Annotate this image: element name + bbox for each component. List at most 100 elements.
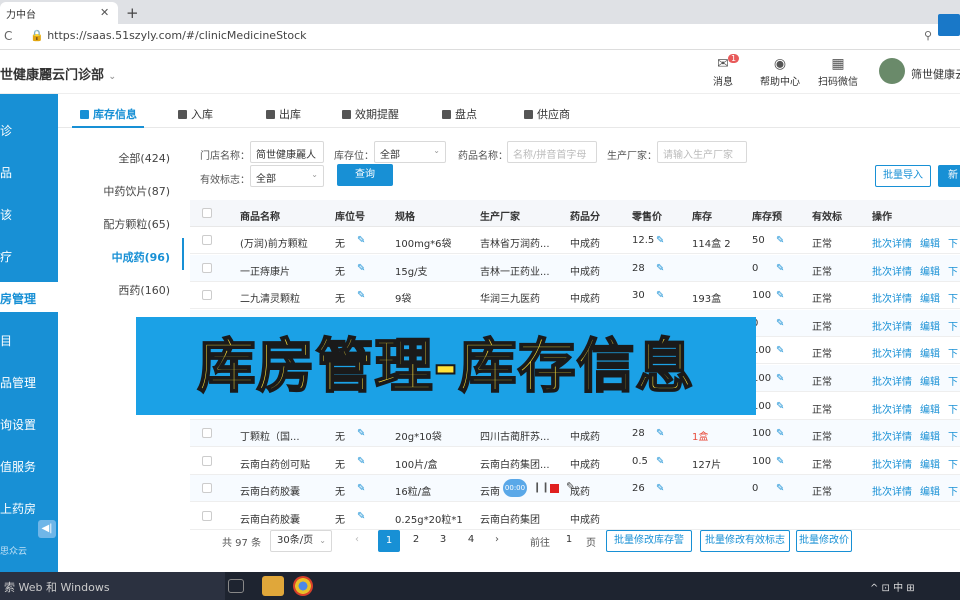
edit-pencil-icon[interactable]: ✎ [656,428,664,439]
edit-link[interactable]: 编辑 [920,263,940,278]
sidebar-item-diagnosis[interactable]: 诊 [0,122,58,139]
more-link[interactable]: 下 [948,483,958,498]
page-4[interactable]: 4 [460,530,482,552]
next-page-icon[interactable]: › [495,534,499,545]
collapse-sidebar-icon[interactable]: ◀| [38,520,56,538]
tab-outbound[interactable]: 出库 [266,106,301,122]
category-herbal-pieces[interactable]: 中药饮片(87) [100,183,170,199]
avatar[interactable] [879,58,905,84]
more-link[interactable]: 下 [948,373,958,388]
task-view-icon[interactable] [228,579,244,593]
pause-icon[interactable]: ❙❙ [533,482,550,493]
more-link[interactable]: 下 [948,401,958,416]
edit-pencil-icon[interactable]: ✎ [776,373,784,384]
edit-pencil-icon[interactable]: ✎ [357,483,365,494]
row-checkbox[interactable] [202,428,212,439]
more-link[interactable]: 下 [948,318,958,333]
sidebar-item-product-management[interactable]: 品管理 [0,374,58,391]
edit-pencil-icon[interactable]: ✎ [357,428,365,439]
tab-inventory-count[interactable]: 盘点 [442,106,477,122]
page-3[interactable]: 3 [432,530,454,552]
batch-detail-link[interactable]: 批次详情 [872,290,912,305]
sidebar-item-3[interactable]: 该 [0,206,58,223]
edit-pencil-icon[interactable]: ✎ [656,483,664,494]
sidebar-item-online-pharmacy[interactable]: 上药房 [0,500,58,517]
edit-link[interactable]: 编辑 [920,373,940,388]
edit-pencil-icon[interactable]: ✎ [776,428,784,439]
url-field[interactable]: 🔒 https://saas.51szyly.com/#/clinicMedic… [30,29,307,42]
tab-expiry-reminder[interactable]: 效期提醒 [342,106,399,122]
close-tab-icon[interactable]: ✕ [100,6,109,19]
batch-edit-price-button[interactable]: 批量修改价 [796,530,852,552]
sidebar-item-products[interactable]: 品 [0,164,58,181]
more-link[interactable]: 下 [948,235,958,250]
edit-pencil-icon[interactable]: ✎ [656,235,664,246]
key-icon[interactable]: ⚲ [924,29,932,42]
edit-link[interactable]: 编辑 [920,345,940,360]
edit-pencil-icon[interactable]: ✎ [776,401,784,412]
new-button[interactable]: 新 [938,165,960,187]
batch-edit-valid-flag-button[interactable]: 批量修改有效标志 [700,530,790,552]
edit-link[interactable]: 编辑 [920,318,940,333]
more-link[interactable]: 下 [948,428,958,443]
row-checkbox[interactable] [202,290,212,301]
edit-pencil-icon[interactable]: ✎ [776,290,784,301]
batch-detail-link[interactable]: 批次详情 [872,373,912,388]
edit-link[interactable]: 编辑 [920,401,940,416]
batch-detail-link[interactable]: 批次详情 [872,263,912,278]
edit-pencil-icon[interactable]: ✎ [776,318,784,329]
tab-suppliers[interactable]: 供应商 [524,106,570,122]
edit-pencil-icon[interactable]: ✎ [656,456,664,467]
query-button[interactable]: 查询 [337,164,393,186]
new-tab-icon[interactable]: + [126,4,139,22]
edit-pencil-icon[interactable]: ✎ [776,483,784,494]
batch-detail-link[interactable]: 批次详情 [872,401,912,416]
batch-detail-link[interactable]: 批次详情 [872,235,912,250]
page-size-select[interactable]: 30条/页 ⌄ [270,530,332,552]
tab-inbound[interactable]: 入库 [178,106,213,122]
more-link[interactable]: 下 [948,290,958,305]
edit-pencil-icon[interactable]: ✎ [656,263,664,274]
edit-link[interactable]: 编辑 [920,235,940,250]
edit-link[interactable]: 编辑 [920,456,940,471]
edit-link[interactable]: 编辑 [920,483,940,498]
edit-pencil-icon[interactable]: ✎ [776,263,784,274]
page-1[interactable]: 1 [378,530,400,552]
recorder-timer[interactable]: 00:00 [503,479,527,497]
batch-import-button[interactable]: 批量导入 [875,165,931,187]
row-checkbox[interactable] [202,483,212,494]
location-select[interactable]: 全部 ⌄ [374,141,446,163]
sidebar-item-catalog[interactable]: 目 [0,332,58,349]
file-explorer-icon[interactable] [262,576,284,596]
drug-name-input[interactable]: 名称/拼音首字母 [507,141,597,163]
page-2[interactable]: 2 [405,530,427,552]
messages-button[interactable]: ✉ 1 消息 [698,54,748,88]
row-checkbox[interactable] [202,235,212,245]
reload-icon[interactable]: C [4,29,12,43]
edit-link[interactable]: 编辑 [920,428,940,443]
batch-detail-link[interactable]: 批次详情 [872,428,912,443]
goto-input[interactable]: 1 [555,530,583,552]
browser-tab[interactable]: 力中台 ✕ [0,2,118,24]
more-link[interactable]: 下 [948,263,958,278]
taskbar-search[interactable]: 索 Web 和 Windows [0,572,225,600]
tab-stock-info[interactable]: 库存信息 [80,106,137,122]
stop-icon[interactable] [550,484,559,493]
batch-detail-link[interactable]: 批次详情 [872,345,912,360]
scan-wechat-button[interactable]: ▦ 扫码微信 [813,56,863,88]
prev-page-icon[interactable]: ‹ [355,534,359,545]
edit-pencil-icon[interactable]: ✎ [357,235,365,246]
category-western[interactable]: 西药(160) [100,282,170,298]
edit-pencil-icon[interactable]: ✎ [776,345,784,356]
row-checkbox[interactable] [202,262,212,273]
more-link[interactable]: 下 [948,456,958,471]
category-chinese-patent[interactable]: 中成药(96) [100,249,170,265]
category-all[interactable]: 全部(424) [100,150,170,166]
help-center-button[interactable]: ◉ 帮助中心 [755,56,805,88]
edit-link[interactable]: 编辑 [920,290,940,305]
pen-icon[interactable]: ✎ [566,480,575,493]
edit-pencil-icon[interactable]: ✎ [357,263,365,274]
batch-detail-link[interactable]: 批次详情 [872,456,912,471]
user-name[interactable]: 筛世健康云 [911,66,960,82]
valid-flag-select[interactable]: 全部 ⌄ [250,165,324,187]
